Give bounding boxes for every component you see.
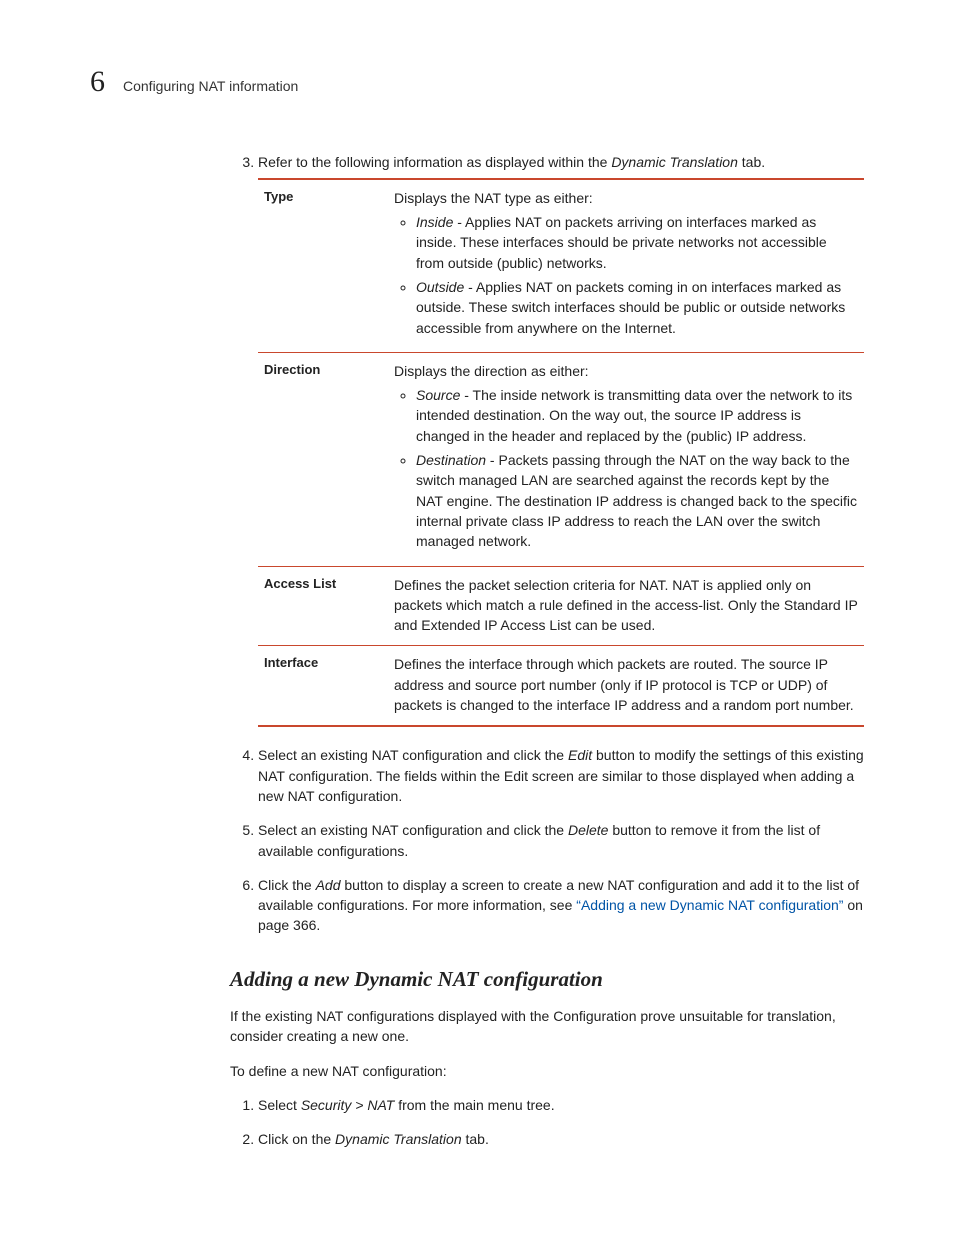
table-row: Direction Displays the direction as eith… [258, 352, 864, 566]
bullet-lead: Inside [416, 214, 453, 230]
section-intro: If the existing NAT configurations displ… [230, 1006, 864, 1047]
type-bullets: Inside - Applies NAT on packets arriving… [394, 212, 858, 338]
s1-post: from the main menu tree. [394, 1097, 554, 1113]
step4-it: Edit [568, 747, 592, 763]
term-interface: Interface [258, 646, 388, 726]
term-access-list: Access List [258, 566, 388, 646]
step3-text-italic: Dynamic Translation [611, 154, 738, 170]
table-row: Type Displays the NAT type as either: In… [258, 179, 864, 353]
step-6: Click the Add button to display a screen… [258, 875, 864, 936]
bullet-lead: Outside [416, 279, 464, 295]
chapter-subtitle: Configuring NAT information [123, 76, 298, 96]
desc-direction: Displays the direction as either: Source… [388, 352, 864, 566]
direction-intro: Displays the direction as either: [394, 363, 589, 379]
document-page: 6 Configuring NAT information Refer to t… [0, 0, 954, 1235]
step-5: Select an existing NAT configuration and… [258, 820, 864, 861]
chapter-number: 6 [90, 60, 105, 104]
step3-text-post: tab. [738, 154, 765, 170]
list-item: Inside - Applies NAT on packets arriving… [416, 212, 858, 273]
section-step-1: Select Security > NAT from the main menu… [258, 1095, 864, 1115]
page-header: 6 Configuring NAT information [90, 60, 864, 104]
s1-pre: Select [258, 1097, 301, 1113]
direction-bullets: Source - The inside network is transmitt… [394, 385, 858, 551]
step5-pre: Select an existing NAT configuration and… [258, 822, 568, 838]
step6-it: Add [316, 877, 341, 893]
body-content: Refer to the following information as di… [230, 152, 864, 1150]
bullet-lead: Destination [416, 452, 486, 468]
bullet-rest: - The inside network is transmitting dat… [416, 387, 852, 444]
bullet-lead: Source [416, 387, 460, 403]
definition-table: Type Displays the NAT type as either: In… [258, 178, 864, 728]
s2-post: tab. [462, 1131, 489, 1147]
section-heading: Adding a new Dynamic NAT configuration [230, 964, 864, 994]
list-item: Source - The inside network is transmitt… [416, 385, 858, 446]
bullet-rest: - Applies NAT on packets coming in on in… [416, 279, 845, 336]
step-list-upper: Refer to the following information as di… [230, 152, 864, 936]
step4-pre: Select an existing NAT configuration and… [258, 747, 568, 763]
term-type: Type [258, 179, 388, 353]
step-4: Select an existing NAT configuration and… [258, 745, 864, 806]
s2-it: Dynamic Translation [335, 1131, 462, 1147]
step6-pre: Click the [258, 877, 316, 893]
list-item: Outside - Applies NAT on packets coming … [416, 277, 858, 338]
table-row: Access List Defines the packet selection… [258, 566, 864, 646]
list-item: Destination - Packets passing through th… [416, 450, 858, 551]
link-adding-dynamic-nat[interactable]: “Adding a new Dynamic NAT configuration” [576, 897, 843, 913]
desc-access-list: Defines the packet selection criteria fo… [388, 566, 864, 646]
bullet-rest: - Applies NAT on packets arriving on int… [416, 214, 827, 271]
s2-pre: Click on the [258, 1131, 335, 1147]
step3-text-pre: Refer to the following information as di… [258, 154, 611, 170]
section-step-2: Click on the Dynamic Translation tab. [258, 1129, 864, 1149]
desc-interface: Defines the interface through which pack… [388, 646, 864, 726]
s1-it: Security > NAT [301, 1097, 395, 1113]
desc-type: Displays the NAT type as either: Inside … [388, 179, 864, 353]
type-intro: Displays the NAT type as either: [394, 190, 593, 206]
table-row: Interface Defines the interface through … [258, 646, 864, 726]
section-step-list: Select Security > NAT from the main menu… [230, 1095, 864, 1150]
term-direction: Direction [258, 352, 388, 566]
step5-it: Delete [568, 822, 608, 838]
step-3: Refer to the following information as di… [258, 152, 864, 728]
section-lead: To define a new NAT configuration: [230, 1061, 864, 1081]
